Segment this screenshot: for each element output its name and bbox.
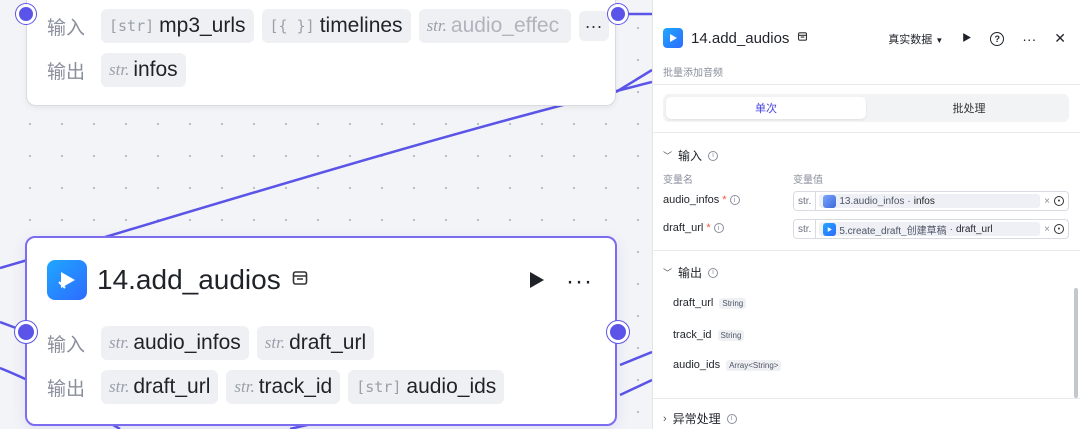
caret-down-icon: ▼ (935, 35, 944, 45)
close-icon[interactable]: ✕ (1054, 30, 1066, 47)
info-icon: i (729, 195, 740, 205)
param-draft-url: str. draft_url (256, 326, 375, 360)
type-badge: Array<String> (726, 359, 782, 371)
divider (653, 132, 1080, 133)
info-icon: i (708, 150, 719, 161)
param-infos: str. infos (101, 53, 186, 87)
info-icon: i (713, 223, 724, 233)
output-label: 输出 (47, 378, 86, 400)
node-header: 14.add_audios (47, 260, 309, 300)
output-draft-url: draft_url String (673, 297, 747, 309)
column-variable-value: 变量值 (793, 175, 823, 186)
panel-header: 14.add_audios (663, 28, 808, 48)
panel-description: 批量添加音频 (663, 68, 723, 79)
node-ref-icon (823, 222, 837, 236)
more-options-icon[interactable]: ··· (1022, 31, 1036, 47)
node-previous[interactable]: 输入 [str] mp3_urls [{ }] timelines str. audi… (26, 0, 616, 106)
column-variable-name: 变量名 (663, 175, 693, 186)
clear-icon[interactable]: × (1040, 224, 1054, 235)
info-icon: i (708, 267, 719, 278)
more-options-icon[interactable]: ··· (566, 268, 593, 296)
param-draft-url-out: str. draft_url (101, 370, 219, 404)
node-previous-input-port[interactable] (16, 4, 36, 24)
variable-reference-chip: 13.audio_infos · infos (819, 194, 1041, 208)
node-previous-output-port[interactable] (608, 4, 628, 24)
chevron-right-icon: › (663, 412, 667, 425)
panel-actions: 真实数据 ▼ ? ··· ✕ (888, 30, 1066, 47)
type-badge: String (717, 329, 745, 341)
param-mp3-urls: [str] mp3_urls (101, 9, 254, 43)
panel-scrollbar[interactable] (1074, 288, 1078, 398)
input-label: 输入 (47, 17, 86, 39)
node-ref-icon (823, 194, 837, 208)
node-inputs: 输入 str. audio_infos str. draft_url (47, 326, 375, 360)
plugin-app-icon (663, 28, 683, 48)
plugin-store-icon (291, 269, 309, 292)
node-add-audios[interactable]: 14.add_audios ··· 输入 str. audio_infos str… (25, 236, 617, 426)
target-select-icon[interactable]: • (1054, 224, 1064, 234)
variable-reference-chip: 5.create_draft_创建草稿 · draft_url (819, 222, 1041, 236)
chevron-down-icon: ﹀ (663, 268, 673, 278)
clear-icon[interactable]: × (1040, 196, 1054, 207)
target-select-icon[interactable]: • (1054, 196, 1064, 206)
type-badge: String (719, 297, 747, 309)
input-section-header[interactable]: ﹀ 输入 i (663, 147, 719, 164)
divider (653, 398, 1080, 399)
more-params-button[interactable]: ··· (578, 11, 609, 41)
output-label: 输出 (47, 61, 86, 83)
node-actions: ··· (526, 268, 593, 296)
run-play-icon[interactable] (961, 32, 972, 46)
node-outputs: 输出 str. draft_url str. track_id [str] audio… (47, 370, 505, 404)
param-audio-infos: str. audio_infos (101, 326, 249, 360)
panel-title: 14.add_audios (691, 29, 790, 47)
wire-output-right-2 (619, 378, 652, 397)
output-section-header[interactable]: ﹀ 输出 i (663, 264, 719, 281)
node-properties-panel: 14.add_audios 真实数据 ▼ ? ··· ✕ 批量添加音频 单次 批… (652, 0, 1080, 429)
input-label: 输入 (47, 334, 86, 356)
input-value-audio-infos[interactable]: str. 13.audio_infos · infos × • (793, 191, 1069, 211)
input-value-draft-url[interactable]: str. 5.create_draft_创建草稿 · draft_url × • (793, 219, 1069, 239)
input-name-audio-infos: audio_infos * i (663, 194, 740, 206)
node-previous-outputs: 输出 str. infos (47, 53, 186, 87)
divider (653, 84, 1080, 85)
output-track-id: track_id String (673, 329, 745, 341)
info-icon: i (726, 413, 737, 424)
param-audio-effect: str. audio_effec (418, 9, 571, 43)
node-title: 14.add_audios (97, 264, 281, 295)
chevron-down-icon: ﹀ (663, 151, 673, 161)
node-current-output-port[interactable] (607, 321, 629, 343)
run-play-icon[interactable] (526, 270, 546, 295)
divider (653, 250, 1080, 251)
node-current-input-port[interactable] (15, 321, 37, 343)
param-timelines: [{ }] timelines (261, 9, 411, 43)
wire-output-right (619, 350, 652, 367)
tab-batch[interactable]: 批处理 (869, 94, 1069, 122)
workflow-canvas[interactable]: 输入 [str] mp3_urls [{ }] timelines str. audi… (0, 0, 652, 429)
data-mode-dropdown[interactable]: 真实数据 ▼ (888, 31, 943, 47)
exception-section-header[interactable]: › 异常处理 i (663, 410, 737, 427)
plugin-app-icon (47, 260, 87, 300)
output-audio-ids: audio_ids Array<String> (673, 359, 782, 371)
input-name-draft-url: draft_url * i (663, 222, 724, 234)
plugin-store-icon (797, 29, 808, 47)
run-mode-tabs: 单次 批处理 (663, 94, 1069, 122)
help-icon[interactable]: ? (990, 31, 1005, 46)
param-track-id: str. track_id (226, 370, 341, 404)
param-audio-ids: [str] audio_ids (348, 370, 505, 404)
tab-single[interactable]: 单次 (666, 97, 866, 119)
node-previous-inputs: 输入 [str] mp3_urls [{ }] timelines str. audi… (47, 9, 609, 43)
